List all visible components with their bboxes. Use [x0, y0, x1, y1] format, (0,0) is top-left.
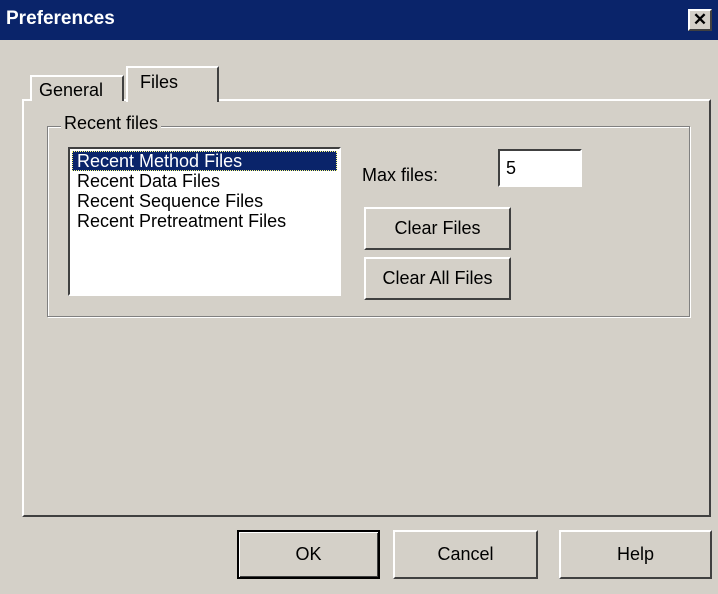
preferences-dialog: Preferences ✕ General Files Recent files… [0, 0, 718, 594]
list-item-recent-method-files[interactable]: Recent Method Files [72, 151, 337, 171]
recent-files-listbox[interactable]: Recent Method Files Recent Data Files Re… [68, 147, 341, 296]
tab-general-label: General [39, 80, 104, 100]
tab-files-label: Files [140, 72, 179, 92]
list-item-recent-data-files[interactable]: Recent Data Files [72, 171, 337, 191]
max-files-input[interactable] [498, 149, 582, 187]
list-item-recent-sequence-files[interactable]: Recent Sequence Files [72, 191, 337, 211]
recent-files-group-label: Recent files [61, 113, 162, 134]
clear-all-files-button[interactable]: Clear All Files [364, 257, 511, 300]
window-title: Preferences [6, 8, 115, 29]
clear-files-button[interactable]: Clear Files [364, 207, 511, 250]
ok-button[interactable]: OK [237, 530, 380, 579]
max-files-label: Max files: [362, 165, 439, 185]
close-button[interactable]: ✕ [688, 9, 712, 31]
list-item-recent-pretreatment-files[interactable]: Recent Pretreatment Files [72, 211, 337, 231]
tab-general[interactable]: General [30, 75, 124, 101]
tab-files[interactable]: Files [126, 66, 219, 102]
help-button[interactable]: Help [559, 530, 712, 579]
title-bar[interactable]: Preferences ✕ [0, 0, 718, 40]
cancel-button[interactable]: Cancel [393, 530, 538, 579]
close-icon: ✕ [692, 10, 708, 29]
